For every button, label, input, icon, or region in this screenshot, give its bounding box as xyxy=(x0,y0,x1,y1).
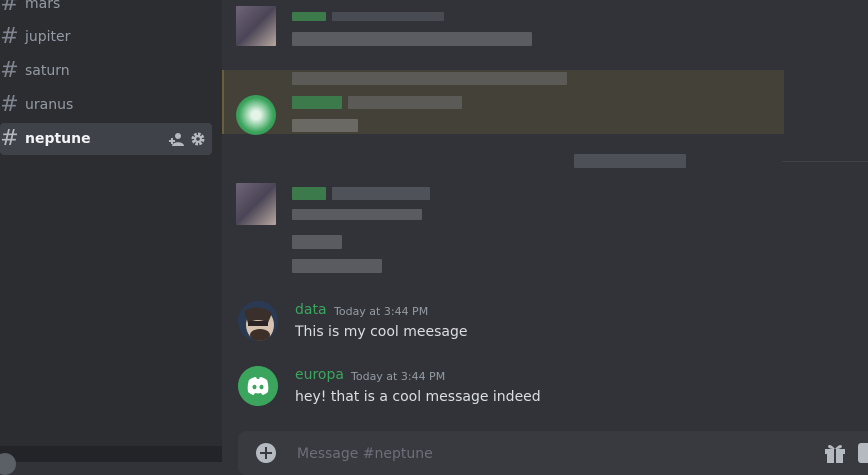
redacted-reply xyxy=(292,72,567,85)
redacted-text xyxy=(348,96,462,109)
sidebar-item-saturn[interactable]: # saturn xyxy=(0,55,212,87)
message-author[interactable]: europa xyxy=(295,367,344,383)
channel-label: jupiter xyxy=(25,29,71,45)
gift-icon[interactable] xyxy=(824,443,846,463)
sidebar-item-jupiter[interactable]: # jupiter xyxy=(0,21,212,53)
sidebar-item-neptune[interactable]: # neptune xyxy=(0,123,212,155)
chat-area: data Today at 3:44 PM This is my cool me… xyxy=(222,0,868,475)
channel-label: uranus xyxy=(25,97,74,113)
add-member-icon[interactable] xyxy=(169,131,185,147)
avatar[interactable] xyxy=(238,366,278,406)
redacted-text xyxy=(332,187,430,200)
message-composer xyxy=(238,431,868,475)
redacted-text xyxy=(332,12,444,21)
discord-logo-icon xyxy=(238,366,278,406)
redacted-text xyxy=(292,32,532,46)
hash-icon: # xyxy=(0,58,19,83)
redacted-avatar xyxy=(236,183,276,225)
redacted-date-divider xyxy=(574,154,686,168)
channel-label: saturn xyxy=(25,63,70,79)
hash-icon: # xyxy=(0,24,19,49)
plus-circle-icon[interactable] xyxy=(256,443,276,463)
message-timestamp: Today at 3:44 PM xyxy=(334,305,429,318)
avatar[interactable] xyxy=(0,453,16,475)
message-timestamp: Today at 3:44 PM xyxy=(351,370,446,383)
redacted-avatar xyxy=(236,95,276,135)
avatar[interactable] xyxy=(238,301,278,341)
redacted-author xyxy=(292,187,326,200)
redacted-text xyxy=(292,259,382,273)
redacted-author xyxy=(292,12,326,21)
sidebar-item-uranus[interactable]: # uranus xyxy=(0,89,212,121)
redacted-avatar xyxy=(236,6,276,46)
redacted-text xyxy=(292,119,358,132)
message-input[interactable] xyxy=(295,442,779,466)
channel-sidebar: # mars # jupiter # saturn # uranus # nep… xyxy=(0,0,222,475)
redacted-text xyxy=(292,235,342,249)
message-text: This is my cool meesage xyxy=(295,324,468,340)
redacted-text xyxy=(292,209,422,220)
date-divider-line xyxy=(782,161,868,162)
message-author[interactable]: data xyxy=(295,302,327,318)
hash-icon: # xyxy=(0,126,19,151)
hash-icon: # xyxy=(0,92,19,117)
message-text: hey! that is a cool message indeed xyxy=(295,389,541,405)
sidebar-item-mars[interactable]: # mars xyxy=(0,0,212,20)
gif-button[interactable] xyxy=(858,443,868,463)
hash-icon: # xyxy=(0,0,19,16)
user-panel xyxy=(0,446,222,475)
channel-label: neptune xyxy=(25,131,91,147)
redacted-author xyxy=(292,96,342,109)
gear-icon[interactable] xyxy=(190,131,206,147)
channel-label: mars xyxy=(25,0,61,12)
